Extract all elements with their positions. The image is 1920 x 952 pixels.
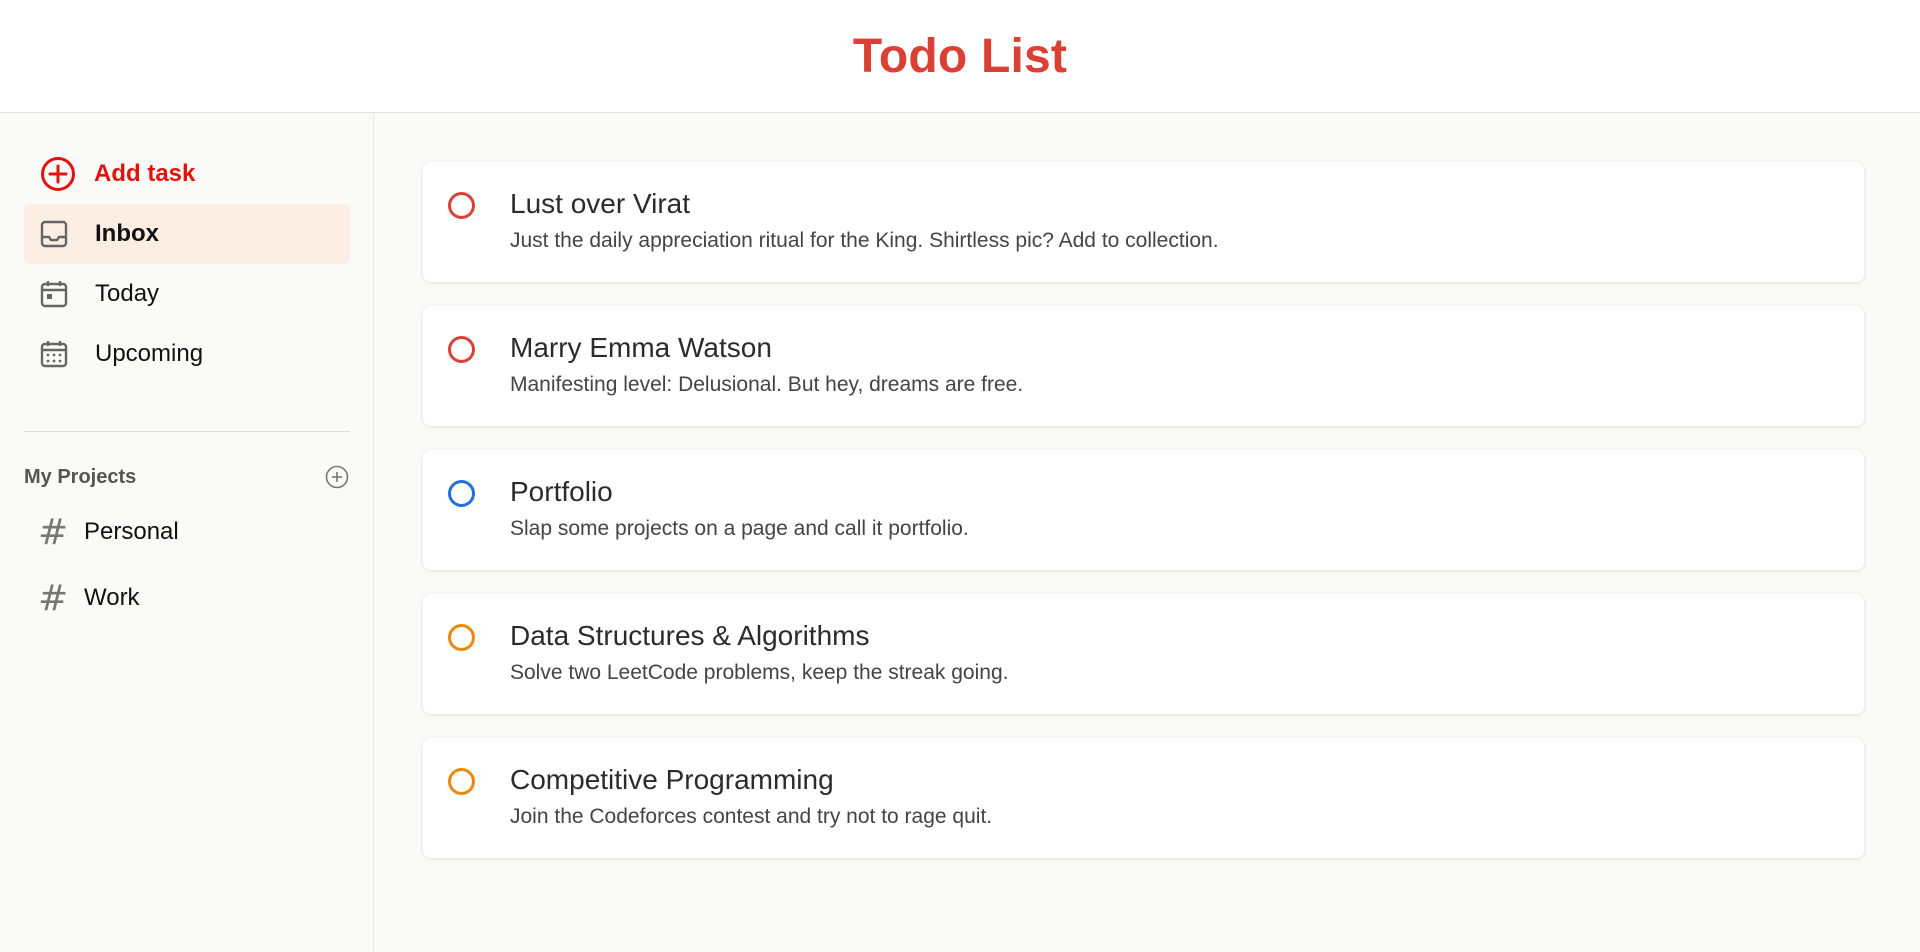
task-checkbox[interactable]	[448, 336, 475, 363]
task-card[interactable]: Competitive Programming Join the Codefor…	[423, 738, 1864, 858]
sidebar-item-label: Upcoming	[95, 340, 204, 367]
sidebar-item-inbox[interactable]: Inbox	[24, 204, 350, 264]
calendar-upcoming-icon	[38, 338, 70, 370]
plus-circle-icon	[40, 156, 76, 192]
task-description: Slap some projects on a page and call it…	[510, 517, 969, 540]
task-description: Just the daily appreciation ritual for t…	[510, 229, 1219, 252]
projects-title: My Projects	[24, 465, 137, 488]
page-title: Todo List	[852, 29, 1068, 83]
task-title: Lust over Virat	[510, 188, 691, 219]
sidebar-item-label: Inbox	[95, 220, 159, 247]
sidebar-divider	[24, 431, 350, 432]
task-card[interactable]: Portfolio Slap some projects on a page a…	[423, 450, 1864, 570]
task-title: Data Structures & Algorithms	[510, 620, 870, 651]
add-task-label: Add task	[94, 160, 196, 187]
task-checkbox[interactable]	[448, 624, 475, 651]
task-checkbox[interactable]	[448, 768, 475, 795]
project-label: Work	[84, 584, 140, 611]
hash-icon: #	[38, 511, 69, 553]
task-card[interactable]: Marry Emma Watson Manifesting level: Del…	[423, 306, 1864, 426]
task-description: Solve two LeetCode problems, keep the st…	[510, 661, 1009, 684]
add-task-button[interactable]: Add task	[40, 154, 195, 194]
hash-icon: #	[38, 577, 69, 619]
sidebar-item-label: Today	[95, 280, 160, 307]
inbox-icon	[38, 218, 70, 250]
calendar-today-icon	[38, 278, 70, 310]
task-description: Manifesting level: Delusional. But hey, …	[510, 373, 1024, 396]
task-title: Marry Emma Watson	[510, 332, 772, 363]
project-item-work[interactable]: # Work	[38, 576, 140, 620]
app-header: Todo List	[0, 0, 1920, 113]
sidebar: Add task Inbox Today Upcoming My Project…	[0, 114, 374, 952]
task-description: Join the Codeforces contest and try not …	[510, 805, 993, 828]
sidebar-item-today[interactable]: Today	[24, 264, 350, 324]
task-list: Lust over Virat Just the daily appreciat…	[375, 114, 1920, 952]
project-label: Personal	[84, 518, 179, 545]
add-project-icon[interactable]	[324, 464, 350, 490]
task-checkbox[interactable]	[448, 480, 475, 507]
task-card[interactable]: Data Structures & Algorithms Solve two L…	[423, 594, 1864, 714]
task-checkbox[interactable]	[448, 192, 475, 219]
task-card[interactable]: Lust over Virat Just the daily appreciat…	[423, 162, 1864, 282]
task-title: Portfolio	[510, 476, 613, 507]
sidebar-item-upcoming[interactable]: Upcoming	[24, 324, 350, 384]
project-item-personal[interactable]: # Personal	[38, 510, 179, 554]
task-title: Competitive Programming	[510, 764, 834, 795]
projects-header: My Projects	[24, 459, 350, 495]
